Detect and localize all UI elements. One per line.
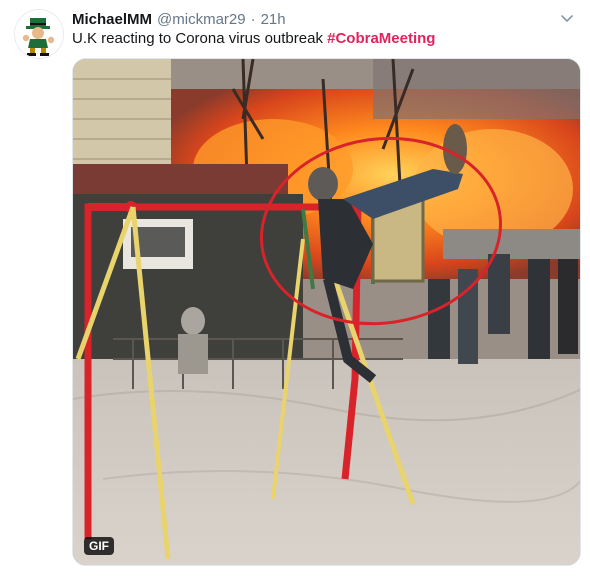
media-gif[interactable]: GIF [72, 58, 581, 566]
separator-dot: · [250, 10, 256, 28]
gif-badge: GIF [84, 537, 114, 555]
avatar[interactable] [14, 9, 64, 59]
tweet-text: U.K reacting to Corona virus outbreak #C… [72, 29, 435, 49]
hashtag-link[interactable]: #CobraMeeting [327, 30, 435, 47]
gif-image [73, 59, 580, 565]
user-handle[interactable]: @mickmar29 [157, 11, 246, 28]
leprechaun-mascot-icon [15, 10, 63, 58]
display-name[interactable]: MichaelMM [72, 11, 152, 28]
timestamp[interactable]: 21h [261, 11, 286, 28]
tweet-header: MichaelMM @mickmar29 · 21h [72, 8, 576, 30]
chevron-down-icon[interactable] [558, 9, 576, 27]
tweet-body: U.K reacting to Corona virus outbreak [72, 30, 328, 47]
